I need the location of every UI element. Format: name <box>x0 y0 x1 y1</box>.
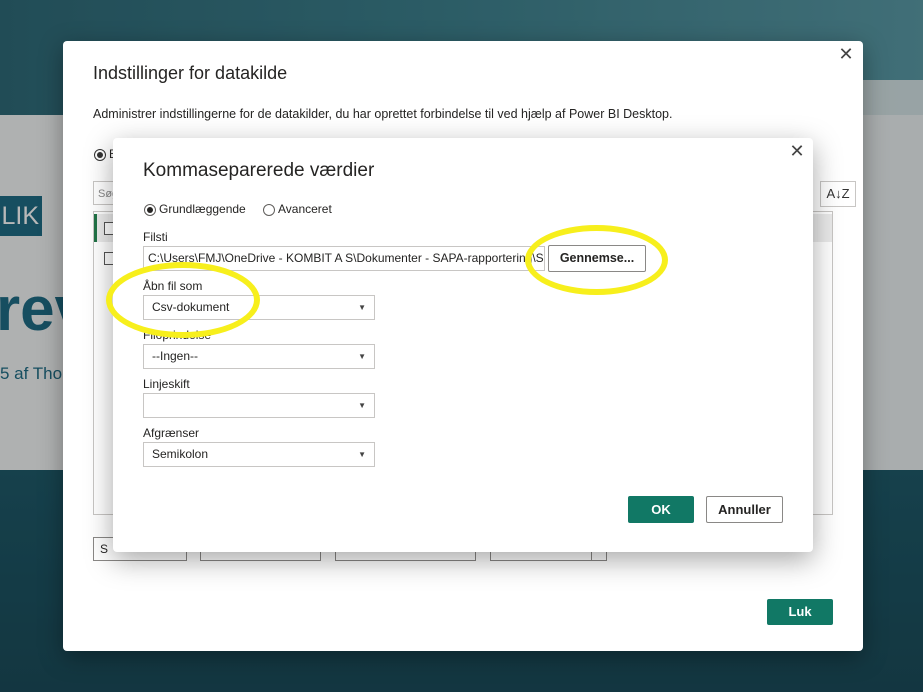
file-origin-select[interactable]: --Ingen-- ▼ <box>143 344 375 369</box>
highlight-ellipse-browse <box>525 225 668 295</box>
line-break-select[interactable]: ▼ <box>143 393 375 418</box>
sort-icon[interactable]: A↓Z <box>820 181 856 207</box>
highlight-ellipse-open-as <box>106 262 260 338</box>
chevron-down-icon: ▼ <box>358 352 366 361</box>
filepath-label: Filsti <box>143 230 168 244</box>
advanced-mode-label: Avanceret <box>278 202 332 216</box>
ok-button[interactable]: OK <box>628 496 694 523</box>
line-break-label: Linjeskift <box>143 377 190 391</box>
delimiter-label: Afgrænser <box>143 426 200 440</box>
dialog-title: Kommaseparerede værdier <box>143 160 375 181</box>
scope-radio[interactable] <box>94 149 106 161</box>
delimiter-value: Semikolon <box>152 447 209 461</box>
chevron-down-icon: ▼ <box>358 303 366 312</box>
delimiter-select[interactable]: Semikolon ▼ <box>143 442 375 467</box>
selection-indicator <box>94 214 97 242</box>
close-button[interactable]: Luk <box>767 599 833 625</box>
advanced-mode-radio[interactable] <box>263 204 275 216</box>
chevron-down-icon: ▼ <box>358 401 366 410</box>
basic-mode-label: Grundlæggende <box>159 202 246 216</box>
chevron-down-icon: ▼ <box>358 450 366 459</box>
close-icon[interactable]: ✕ <box>836 44 856 64</box>
cancel-button[interactable]: Annuller <box>706 496 783 523</box>
file-origin-value: --Ingen-- <box>152 349 199 363</box>
dialog-title: Indstillinger for datakilde <box>93 63 288 83</box>
close-icon[interactable]: ✕ <box>787 141 807 161</box>
basic-mode-radio[interactable] <box>144 204 156 216</box>
dialog-description: Administrer indstillingerne for de datak… <box>93 107 673 121</box>
csv-dialog: ✕ Kommaseparerede værdier Grundlæggende … <box>113 138 813 552</box>
